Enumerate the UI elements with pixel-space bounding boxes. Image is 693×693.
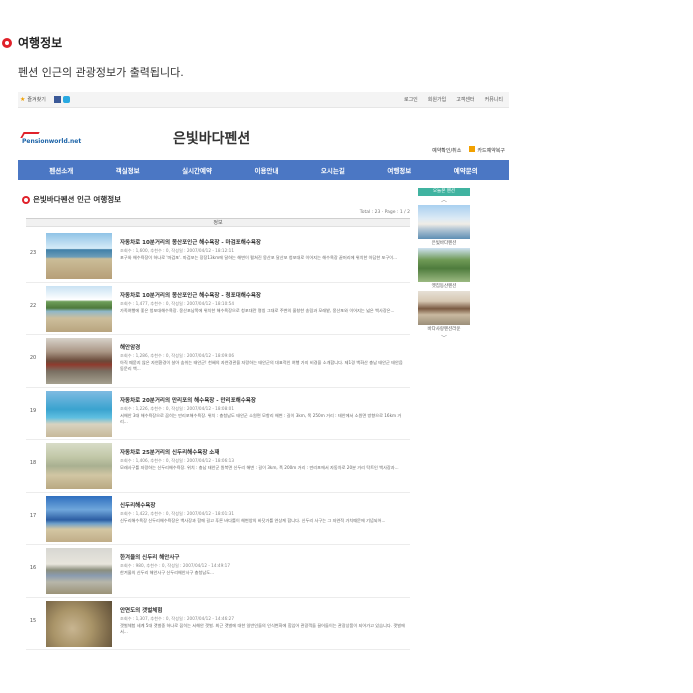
item-meta: 조회수 : 1,307, 추천수 : 0, 작성일 : 2007/04/12 -… xyxy=(120,615,234,621)
pension-page-screenshot: ★ 즐겨찾기 로그인 회원가입 고객센터 커뮤니티 Pensionworld.n… xyxy=(18,92,509,662)
item-number: 18 xyxy=(29,460,37,466)
chevron-up-icon[interactable]: ︿ xyxy=(418,196,470,205)
section-header: 여행정보 xyxy=(2,34,62,51)
section-title: 여행정보 xyxy=(18,36,63,50)
item-snippet: 포구와 해수욕장이 하나로 '마검포'. 마검포는 장장13km에 달하는 해변… xyxy=(120,255,398,260)
item-snippet: 신두리해수욕장 신두리해수욕장은 백사장과 함께 길고 푸른 바다를이 해변양의… xyxy=(120,517,386,523)
list-item[interactable]: 17 신두리해수욕장 조회수 : 1,422, 추천수 : 0, 작성일 : 200… xyxy=(26,493,410,545)
recent-label: 오늘본 펜션 xyxy=(418,188,470,196)
nav-item-guide[interactable]: 이용안내 xyxy=(255,165,279,175)
item-snippet: 한겨울의 신두리 해안사구 신두리해안사구 충청남도... xyxy=(120,570,215,575)
nav-item-booking[interactable]: 실시간예약 xyxy=(182,165,212,175)
brand-row: Pensionworld.net 은빛바다펜션 예약확인/취소 카드예약복구 xyxy=(18,108,509,160)
item-title[interactable]: 안면도의 갯벌체험 xyxy=(120,606,162,614)
recent-pension-item[interactable]: 옛집동산펜션 xyxy=(418,248,470,291)
twitter-icon[interactable] xyxy=(62,96,70,103)
item-meta: 조회수 : 1,600, 추천수 : 0, 작성일 : 2007/04/12 -… xyxy=(120,248,234,253)
content-title: 은빛바다펜션 인근 여행정보 xyxy=(33,195,122,204)
star-icon: ★ xyxy=(20,96,26,103)
item-snippet: 아직 때묻지 않은 자연환경이 살아 숨쉬는 태안군! 천혜의 자연경관을 자랑… xyxy=(120,360,403,371)
signup-link[interactable]: 회원가입 xyxy=(428,96,446,103)
item-meta: 조회수 : 1,477, 추천수 : 0, 작성일 : 2007/04/12 -… xyxy=(120,300,234,306)
item-thumbnail[interactable] xyxy=(46,285,112,332)
recent-caption: 바다사랑펜션라운 xyxy=(427,327,461,332)
card-icon xyxy=(469,146,476,152)
list-item[interactable]: 16 한겨울의 신두리 해안사구조회수 : 980, 추천수 : 0, 작성일 :… xyxy=(26,545,410,598)
item-snippet: 모래사구를 자랑하는 신두리해수욕장. 위치 : 충남 태안군 원북면 신두리 … xyxy=(120,465,399,470)
recent-pension-item[interactable]: 바다사랑펜션라운 xyxy=(418,291,470,334)
item-number: 19 xyxy=(29,407,37,414)
item-title[interactable]: 한겨울의 신두리 해안사구 xyxy=(120,553,180,561)
item-meta: 조회수 : 1,406, 추천수 : 0, 작성일 : 2007/04/12 -… xyxy=(120,458,234,463)
item-thumbnail[interactable] xyxy=(46,495,112,542)
section-description: 펜션 인근의 관광정보가 출력됩니다. xyxy=(18,66,184,79)
list-item[interactable]: 20 해안암경조회수 : 1,286, 추천수 : 0, 작성일 : 2007/0… xyxy=(26,335,410,388)
top-utility-bar: ★ 즐겨찾기 로그인 회원가입 고객센터 커뮤니티 xyxy=(18,92,509,108)
item-thumbnail[interactable] xyxy=(46,600,112,647)
nav-item-travel[interactable]: 여행정보 xyxy=(387,165,411,175)
top-links: 로그인 회원가입 고객센터 커뮤니티 xyxy=(404,96,507,103)
list-item[interactable]: 23 자동차로 10분거리의 몽산포인근 해수욕장 - 마검포해수욕장조회수 : … xyxy=(26,230,410,283)
item-title[interactable]: 자동차로 25분거리의 신두리해수욕장 소재 xyxy=(120,448,219,456)
item-snippet: 서해안 3대 해수욕장으로 꼽히는 만리포해수욕장. 위치 : 충청남도 태안군… xyxy=(120,412,402,424)
item-thumbnail[interactable] xyxy=(46,338,112,384)
item-number: 23 xyxy=(29,250,37,256)
nav-item-intro[interactable]: 펜션소개 xyxy=(49,165,73,175)
total-count: Total : 23 · Page : 1 / 2 xyxy=(359,210,410,215)
recent-caption: 옛집동산펜션 xyxy=(431,284,457,289)
item-meta: 조회수 : 1,422, 추천수 : 0, 작성일 : 2007/04/12 -… xyxy=(120,510,234,516)
item-thumbnail[interactable] xyxy=(46,390,112,437)
pension-name: 은빛바다펜션 xyxy=(173,131,251,147)
site-logo[interactable]: Pensionworld.net xyxy=(22,138,81,145)
item-title[interactable]: 자동차로 10분거리의 몽산포인근 해수욕장 - 청포대해수욕장 xyxy=(120,291,261,299)
recent-thumbnail[interactable] xyxy=(418,291,470,325)
support-link[interactable]: 고객센터 xyxy=(456,96,474,103)
reservation-check-link[interactable]: 예약확인/취소 xyxy=(432,147,461,154)
bullet-icon xyxy=(2,37,12,48)
recent-pension-item[interactable]: 은빛바다펜션 xyxy=(418,205,470,248)
list-item[interactable]: 18 자동차로 25분거리의 신두리해수욕장 소재조회수 : 1,406, 추천수… xyxy=(26,440,410,493)
item-snippet: 갯벌체험 세계 5대 갯벌중 하나로 꼽히는 서해안 갯벌. 최근 갯벌에 대한… xyxy=(120,622,405,634)
item-title[interactable]: 자동차로 20분거리의 만리포의 해수욕장 - 만리포해수욕장 xyxy=(120,396,256,404)
item-number: 16 xyxy=(29,565,37,571)
travel-list: 23 자동차로 10분거리의 몽산포인근 해수욕장 - 마검포해수욕장조회수 : … xyxy=(26,230,410,650)
item-number: 20 xyxy=(29,355,37,361)
item-snippet: 가족여행에 좋은 청포대해수욕장. 몽산포남쪽에 위치한 해수욕장으로 청포대란… xyxy=(120,307,395,313)
recent-caption: 은빛바다펜션 xyxy=(431,241,457,246)
community-link[interactable]: 커뮤니티 xyxy=(485,96,503,103)
item-title[interactable]: 신두리해수욕장 xyxy=(120,501,155,509)
item-number: 17 xyxy=(29,512,37,519)
card-link[interactable]: 카드예약복구 xyxy=(469,146,505,154)
recent-pensions-sidebar: 오늘본 펜션 ︿ 은빛바다펜션옛집동산펜션바다사랑펜션라운 ﹀ xyxy=(418,188,470,343)
favorite-link[interactable]: 즐겨찾기 xyxy=(27,96,45,103)
list-item[interactable]: 19 자동차로 20분거리의 만리포의 해수욕장 - 만리포해수욕장 조회수 : 1… xyxy=(26,388,410,440)
item-title[interactable]: 해안암경 xyxy=(120,343,140,351)
list-item[interactable]: 22 자동차로 10분거리의 몽산포인근 해수욕장 - 청포대해수욕장 조회수 : … xyxy=(26,283,410,335)
chevron-down-icon[interactable]: ﹀ xyxy=(418,334,470,343)
item-thumbnail[interactable] xyxy=(46,548,112,594)
content-header: 은빛바다펜션 인근 여행정보 xyxy=(22,194,121,205)
nav-item-directions[interactable]: 오시는길 xyxy=(321,165,345,175)
facebook-icon[interactable] xyxy=(53,96,61,103)
nav-item-inquiry[interactable]: 예약문의 xyxy=(454,165,478,175)
item-thumbnail[interactable] xyxy=(46,443,112,489)
list-item[interactable]: 15 안면도의 갯벌체험 조회수 : 1,307, 추천수 : 0, 작성일 : 2… xyxy=(26,598,410,650)
item-meta: 조회수 : 1,286, 추천수 : 0, 작성일 : 2007/04/12 -… xyxy=(120,353,234,358)
table-header: 정보 xyxy=(26,218,410,227)
item-title[interactable]: 자동차로 10분거리의 몽산포인근 해수욕장 - 마검포해수욕장 xyxy=(120,238,261,246)
recent-thumbnail[interactable] xyxy=(418,205,470,239)
item-number: 22 xyxy=(29,302,37,309)
item-thumbnail[interactable] xyxy=(46,233,112,279)
login-link[interactable]: 로그인 xyxy=(404,96,418,103)
nav-item-rooms[interactable]: 객실정보 xyxy=(116,165,140,175)
recent-thumbnail[interactable] xyxy=(418,248,470,282)
brand-links: 예약확인/취소 카드예약복구 xyxy=(432,146,505,154)
item-meta: 조회수 : 1,226, 추천수 : 0, 작성일 : 2007/04/12 -… xyxy=(120,405,234,411)
item-meta: 조회수 : 980, 추천수 : 0, 작성일 : 2007/04/12 - 1… xyxy=(120,563,230,568)
bullet-icon xyxy=(22,195,30,204)
item-number: 15 xyxy=(29,617,37,624)
main-nav: 펜션소개 객실정보 실시간예약 이용안내 오시는길 여행정보 예약문의 xyxy=(18,160,509,180)
